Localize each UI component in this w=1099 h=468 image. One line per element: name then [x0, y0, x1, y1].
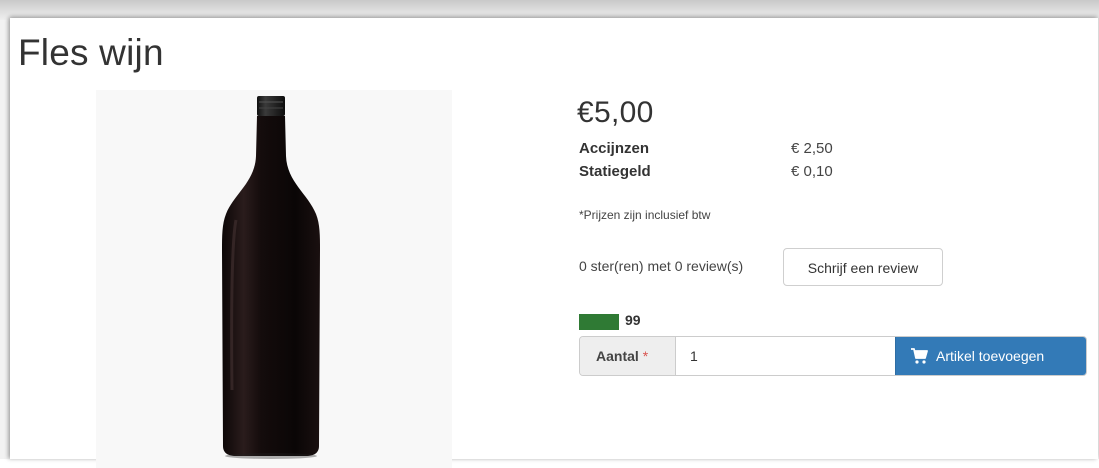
product-image: [96, 90, 452, 468]
fee-value: € 0,10: [791, 163, 833, 180]
cart-icon: [911, 348, 928, 364]
quantity-label: Aantal *: [580, 337, 676, 375]
write-review-button[interactable]: Schrijf een review: [783, 248, 943, 286]
review-summary: 0 ster(ren) met 0 review(s): [579, 258, 744, 274]
stock-indicator: [579, 314, 619, 330]
quantity-input[interactable]: [676, 337, 895, 375]
vat-note: *Prijzen zijn inclusief btw: [579, 208, 711, 222]
add-to-cart-label: Artikel toevoegen: [936, 348, 1045, 364]
top-shadow: [0, 0, 1099, 20]
required-marker: *: [642, 348, 649, 364]
product-panel: Fles wijn €5,00 Accijnzen € 2,50 Statieg…: [10, 18, 1098, 468]
stock-count: 99: [625, 312, 641, 328]
wine-bottle-image: [96, 90, 452, 468]
product-price: €5,00: [577, 96, 654, 129]
fee-label: Accijnzen: [579, 140, 650, 157]
add-to-cart-button[interactable]: Artikel toevoegen: [895, 337, 1086, 375]
page-title: Fles wijn: [18, 32, 164, 73]
quantity-label-text: Aantal: [596, 348, 639, 364]
add-to-cart-group: Aantal* Artikel toevoegen: [579, 336, 1087, 376]
window-frame: Fles wijn €5,00 Accijnzen € 2,50 Statieg…: [0, 0, 1099, 468]
fee-label: Statiegeld: [579, 163, 651, 180]
fee-value: € 2,50: [791, 140, 833, 157]
